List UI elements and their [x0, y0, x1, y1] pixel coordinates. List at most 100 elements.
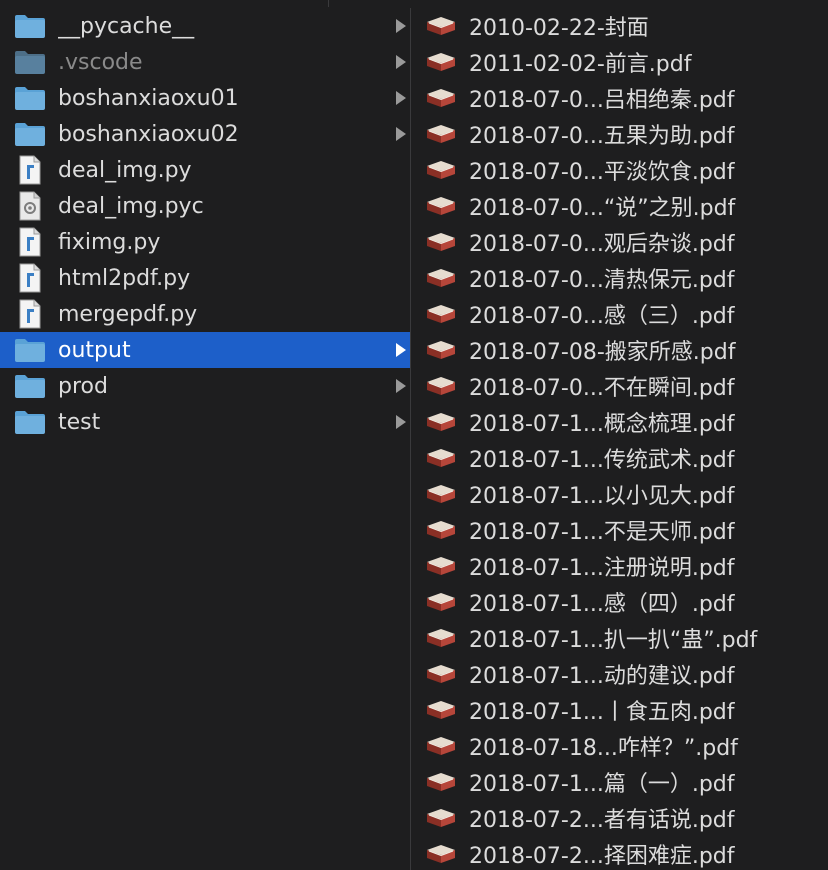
file-row[interactable]: deal_img.pyc [0, 188, 410, 224]
pdf-file-row[interactable]: 2018-07-0...“说”之别.pdf [411, 188, 828, 224]
pdf-file-name: 2018-07-18...咋样？”.pdf [469, 736, 738, 761]
finder-column-parent[interactable]: __pycache__ .vscode boshanxiaoxu01 boshanxi… [0, 8, 411, 870]
file-name: deal_img.py [58, 157, 192, 183]
pdf-file-row[interactable]: 2010-02-22-封面 [411, 8, 828, 44]
pdf-file-row[interactable]: 2018-07-1...丨食五肉.pdf [411, 692, 828, 728]
python-file-icon [14, 155, 46, 185]
pdf-file-name: 2018-07-2...者有话说.pdf [469, 808, 735, 833]
book-icon [425, 155, 457, 185]
book-icon [425, 407, 457, 437]
finder-column-output-contents[interactable]: 2010-02-22-封面 2011-02-02-前言.pdf 2018-07-0.… [411, 8, 828, 870]
pdf-file-name: 2018-07-0...“说”之别.pdf [469, 196, 736, 221]
pdf-file-name: 2010-02-22-封面 [469, 16, 649, 41]
pdf-file-row[interactable]: 2018-07-2...择困难症.pdf [411, 836, 828, 870]
book-icon [425, 263, 457, 293]
pdf-file-row[interactable]: 2018-07-1...注册说明.pdf [411, 548, 828, 584]
pdf-file-row[interactable]: 2018-07-18...咋样？”.pdf [411, 728, 828, 764]
disclosure-chevron-icon[interactable] [396, 415, 406, 429]
file-row[interactable]: mergepdf.py [0, 296, 410, 332]
book-icon [425, 335, 457, 365]
pdf-file-name: 2018-07-0...观后杂谈.pdf [469, 232, 735, 257]
book-icon [425, 443, 457, 473]
file-row[interactable]: deal_img.py [0, 152, 410, 188]
pdf-file-name: 2018-07-0...清热保元.pdf [469, 268, 735, 293]
python-file-icon [14, 263, 46, 293]
book-icon [425, 731, 457, 761]
column-header-segment [0, 0, 329, 7]
book-icon [425, 83, 457, 113]
book-icon [425, 695, 457, 725]
book-icon [425, 767, 457, 797]
file-row[interactable]: test [0, 404, 410, 440]
book-icon [425, 551, 457, 581]
file-name: deal_img.pyc [58, 193, 204, 219]
file-row[interactable]: .vscode [0, 44, 410, 80]
file-row[interactable]: html2pdf.py [0, 260, 410, 296]
file-row[interactable]: prod [0, 368, 410, 404]
pdf-file-name: 2018-07-0...五果为助.pdf [469, 124, 735, 149]
file-row[interactable]: fiximg.py [0, 224, 410, 260]
pdf-file-name: 2018-07-2...择困难症.pdf [469, 844, 735, 869]
file-row[interactable]: boshanxiaoxu01 [0, 80, 410, 116]
book-icon [425, 227, 457, 257]
disclosure-chevron-icon[interactable] [396, 379, 406, 393]
pdf-file-name: 2011-02-02-前言.pdf [469, 52, 692, 77]
pdf-file-row[interactable]: 2018-07-0...平淡饮食.pdf [411, 152, 828, 188]
pdf-file-row[interactable]: 2011-02-02-前言.pdf [411, 44, 828, 80]
pdf-file-name: 2018-07-1...丨食五肉.pdf [469, 700, 735, 725]
book-icon [425, 299, 457, 329]
pdf-file-name: 2018-07-0...感（三）.pdf [469, 304, 735, 329]
pdf-file-row[interactable]: 2018-07-1...感（四）.pdf [411, 584, 828, 620]
pdf-file-name: 2018-07-1...不是天师.pdf [469, 520, 735, 545]
pdf-file-name: 2018-07-1...以小见大.pdf [469, 484, 735, 509]
pdf-file-row[interactable]: 2018-07-1...传统武术.pdf [411, 440, 828, 476]
disclosure-chevron-icon[interactable] [396, 55, 406, 69]
pdf-file-row[interactable]: 2018-07-0...五果为助.pdf [411, 116, 828, 152]
folder-icon [14, 47, 46, 77]
disclosure-chevron-icon[interactable] [396, 91, 406, 105]
pdf-file-row[interactable]: 2018-07-1...以小见大.pdf [411, 476, 828, 512]
file-name: .vscode [58, 49, 143, 75]
pdf-file-name: 2018-07-0...吕相绝秦.pdf [469, 88, 735, 113]
disclosure-chevron-icon[interactable] [396, 343, 406, 357]
pdf-file-row[interactable]: 2018-07-2...者有话说.pdf [411, 800, 828, 836]
pdf-file-name: 2018-07-08-搬家所感.pdf [469, 340, 736, 365]
file-name: boshanxiaoxu01 [58, 85, 239, 111]
pdf-file-name: 2018-07-1...注册说明.pdf [469, 556, 735, 581]
disclosure-chevron-icon[interactable] [396, 19, 406, 33]
file-name: mergepdf.py [58, 301, 198, 327]
book-icon [425, 515, 457, 545]
file-row[interactable]: output [0, 332, 410, 368]
pdf-file-row[interactable]: 2018-07-1...动的建议.pdf [411, 656, 828, 692]
book-icon [425, 803, 457, 833]
python-file-icon [14, 299, 46, 329]
pdf-file-row[interactable]: 2018-07-0...不在瞬间.pdf [411, 368, 828, 404]
folder-icon [14, 371, 46, 401]
pdf-file-row[interactable]: 2018-07-1...不是天师.pdf [411, 512, 828, 548]
book-icon [425, 191, 457, 221]
pdf-file-row[interactable]: 2018-07-0...感（三）.pdf [411, 296, 828, 332]
file-row[interactable]: __pycache__ [0, 8, 410, 44]
pdf-file-row[interactable]: 2018-07-1...概念梳理.pdf [411, 404, 828, 440]
pdf-file-row[interactable]: 2018-07-1...扒一扒“蛊”.pdf [411, 620, 828, 656]
book-icon [425, 11, 457, 41]
disclosure-chevron-icon[interactable] [396, 127, 406, 141]
pdf-file-row[interactable]: 2018-07-0...观后杂谈.pdf [411, 224, 828, 260]
folder-icon [14, 11, 46, 41]
pdf-file-name: 2018-07-1...扒一扒“蛊”.pdf [469, 628, 758, 653]
folder-icon [14, 407, 46, 437]
column-header-strip [0, 0, 828, 8]
folder-icon [14, 335, 46, 365]
pdf-file-row[interactable]: 2018-07-0...清热保元.pdf [411, 260, 828, 296]
file-name: output [58, 337, 131, 363]
book-icon [425, 839, 457, 869]
pdf-file-name: 2018-07-1...概念梳理.pdf [469, 412, 735, 437]
file-name: test [58, 409, 101, 435]
pdf-file-row[interactable]: 2018-07-1...篇（一）.pdf [411, 764, 828, 800]
file-row[interactable]: boshanxiaoxu02 [0, 116, 410, 152]
pdf-file-row[interactable]: 2018-07-0...吕相绝秦.pdf [411, 80, 828, 116]
pdf-file-row[interactable]: 2018-07-08-搬家所感.pdf [411, 332, 828, 368]
book-icon [425, 119, 457, 149]
python-file-icon [14, 227, 46, 257]
book-icon [425, 623, 457, 653]
